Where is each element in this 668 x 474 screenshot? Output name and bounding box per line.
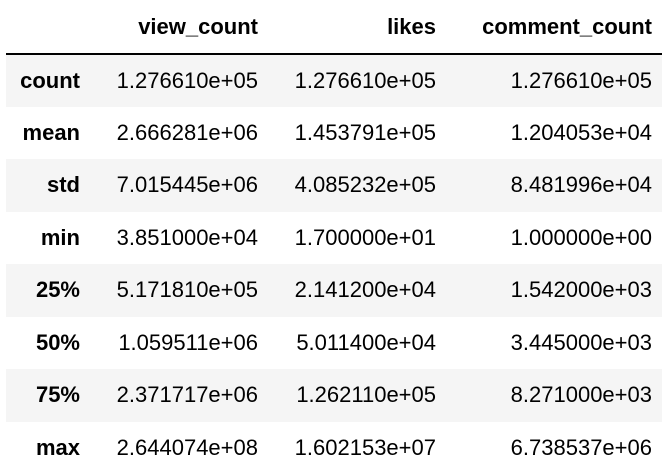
cell-comment-count: 1.276610e+05	[446, 54, 662, 107]
cell-view-count: 2.371717e+06	[90, 369, 268, 422]
header-row: view_count likes comment_count	[6, 0, 662, 54]
cell-likes: 1.602153e+07	[268, 422, 446, 474]
table-row-25pct: 25% 5.171810e+05 2.141200e+04 1.542000e+…	[6, 264, 662, 317]
cell-view-count: 2.644074e+08	[90, 422, 268, 474]
cell-comment-count: 1.542000e+03	[446, 264, 662, 317]
cell-likes: 1.276610e+05	[268, 54, 446, 107]
cell-likes: 1.262110e+05	[268, 369, 446, 422]
table-row-50pct: 50% 1.059511e+06 5.011400e+04 3.445000e+…	[6, 317, 662, 370]
cell-view-count: 7.015445e+06	[90, 159, 268, 212]
cell-likes: 1.453791e+05	[268, 107, 446, 160]
table-row-75pct: 75% 2.371717e+06 1.262110e+05 8.271000e+…	[6, 369, 662, 422]
row-label: 25%	[6, 264, 90, 317]
cell-comment-count: 1.000000e+00	[446, 212, 662, 265]
cell-comment-count: 3.445000e+03	[446, 317, 662, 370]
column-header-likes: likes	[268, 0, 446, 54]
cell-view-count: 2.666281e+06	[90, 107, 268, 160]
cell-comment-count: 6.738537e+06	[446, 422, 662, 474]
cell-likes: 2.141200e+04	[268, 264, 446, 317]
row-label: mean	[6, 107, 90, 160]
describe-table: view_count likes comment_count count 1.2…	[6, 0, 662, 474]
cell-comment-count: 1.204053e+04	[446, 107, 662, 160]
cell-view-count: 1.059511e+06	[90, 317, 268, 370]
column-header-comment-count: comment_count	[446, 0, 662, 54]
table-row-max: max 2.644074e+08 1.602153e+07 6.738537e+…	[6, 422, 662, 474]
cell-view-count: 5.171810e+05	[90, 264, 268, 317]
cell-view-count: 1.276610e+05	[90, 54, 268, 107]
table-body: count 1.276610e+05 1.276610e+05 1.276610…	[6, 54, 662, 474]
cell-comment-count: 8.271000e+03	[446, 369, 662, 422]
row-label: count	[6, 54, 90, 107]
dataframe-output: view_count likes comment_count count 1.2…	[0, 0, 668, 472]
row-label: max	[6, 422, 90, 474]
table-row-std: std 7.015445e+06 4.085232e+05 8.481996e+…	[6, 159, 662, 212]
table-row-count: count 1.276610e+05 1.276610e+05 1.276610…	[6, 54, 662, 107]
row-label: min	[6, 212, 90, 265]
cell-comment-count: 8.481996e+04	[446, 159, 662, 212]
cell-likes: 4.085232e+05	[268, 159, 446, 212]
cell-likes: 5.011400e+04	[268, 317, 446, 370]
table-row-mean: mean 2.666281e+06 1.453791e+05 1.204053e…	[6, 107, 662, 160]
row-label: 50%	[6, 317, 90, 370]
row-label: 75%	[6, 369, 90, 422]
table-row-min: min 3.851000e+04 1.700000e+01 1.000000e+…	[6, 212, 662, 265]
row-label: std	[6, 159, 90, 212]
cell-likes: 1.700000e+01	[268, 212, 446, 265]
index-header	[6, 0, 90, 54]
table-header: view_count likes comment_count	[6, 0, 662, 54]
column-header-view-count: view_count	[90, 0, 268, 54]
cell-view-count: 3.851000e+04	[90, 212, 268, 265]
